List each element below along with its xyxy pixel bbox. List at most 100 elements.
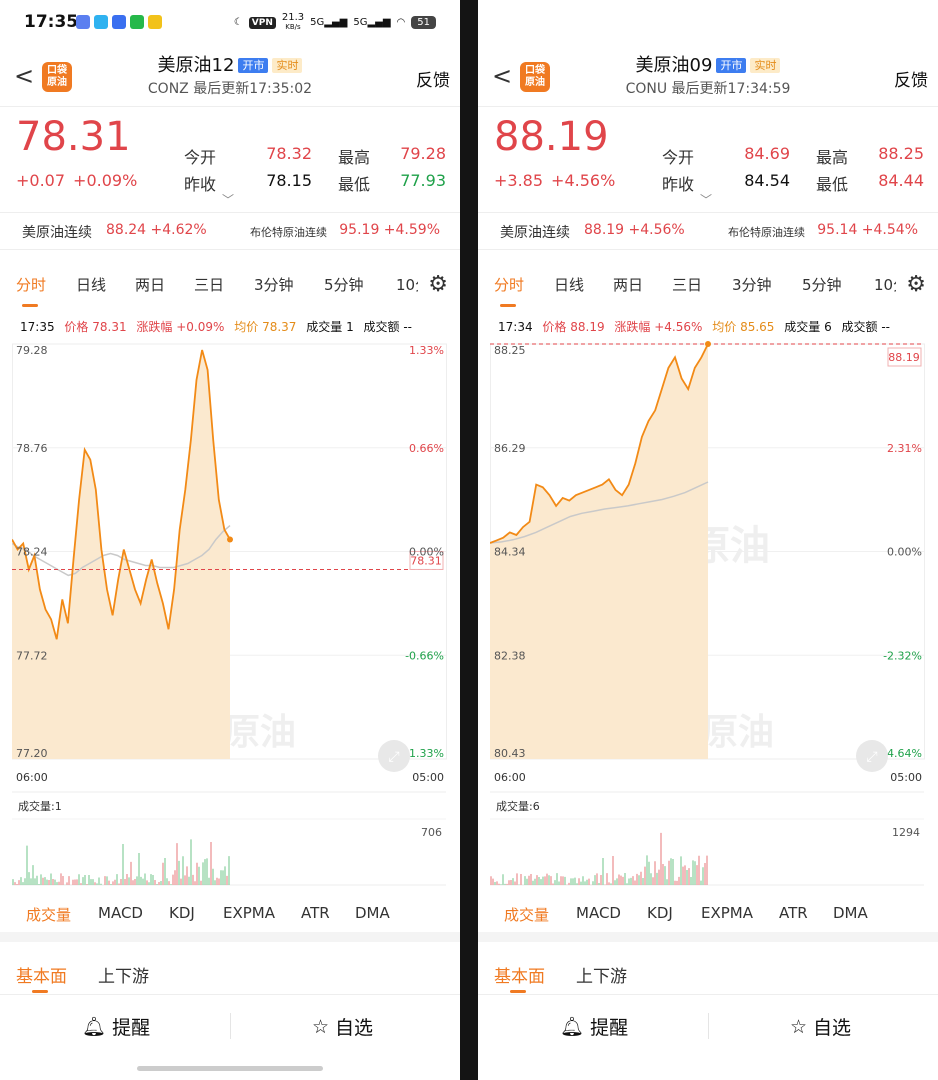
app-header: < 口袋 原油 美原油09 开市 实时 CONU 最后更新17:34:59 反馈 [478,46,938,107]
change-value: +0.07 [16,171,66,190]
alert-button[interactable]: 🔔︎ 提醒 [82,1013,150,1040]
volume-label: 成交量:1 [18,799,62,813]
tab-daily[interactable]: 日线 [76,274,106,295]
net-speed-unit: KB/s [285,23,301,31]
tab-dma[interactable]: DMA [355,904,390,922]
watchlist-label: 自选 [335,1017,374,1039]
volume-max-label: 706 [421,826,442,839]
tab-fundamentals[interactable]: 基本面 [494,962,545,987]
continuous-contracts-bar[interactable]: 美原油连续 88.19 +4.56% 布伦特原油连续 95.14 +4.54% [478,212,938,250]
home-indicator[interactable] [137,1066,323,1071]
low-label: 最低 [816,175,849,194]
signal-icon: 5G▂▄▆ [310,17,348,28]
y-tick-label: 79.28 [16,344,48,357]
tab-5min[interactable]: 5分钟 [324,274,364,295]
title-row: 美原油09 开市 实时 [478,51,938,77]
tab-two-day[interactable]: 两日 [613,274,643,295]
continuous-b-value: 95.19 +4.59% [339,222,440,238]
chevron-down-icon[interactable]: ﹀ [222,191,234,208]
page-title: 美原油09 [635,55,713,76]
y-tick-label: 82.38 [494,649,526,662]
tab-intraday[interactable]: 分时 [16,274,46,295]
y-percent-label: -2.32% [883,649,922,662]
watchlist-button[interactable]: ☆ 自选 [312,1013,373,1040]
tab-volume[interactable]: 成交量 [504,904,549,925]
signal-label: 5G [353,17,368,28]
high-value: 79.28 [400,144,446,163]
continuous-a-label: 美原油连续 [500,225,570,241]
quote-panel: 78.31 +0.07 +0.09% 今开 78.32 最高 79.28 昨收 7… [0,106,460,211]
y-percent-label: 2.31% [887,442,922,455]
gear-icon[interactable]: ⚙ [428,272,448,297]
continuous-contracts-bar[interactable]: 美原油连续 88.24 +4.62% 布伦特原油连续 95.19 +4.59% [0,212,460,250]
x-tick-label: 06:00 [494,771,526,784]
tab-atr[interactable]: ATR [301,904,330,922]
app-notification-icon [94,15,108,29]
continuous-a-value: 88.24 +4.62% [106,222,207,238]
crosshair-info: 17:34 价格 88.19 涨跌幅 +4.56% 均价 85.65 成交量 6… [498,318,896,335]
y-tick-label: 78.76 [16,442,48,455]
active-tab-indicator [500,304,516,307]
net-speed-value: 21.3 [281,12,305,23]
wifi-icon: ◠ [396,17,406,28]
y-percent-label: 0.66% [409,442,444,455]
active-section-indicator [510,990,526,993]
tab-three-day[interactable]: 三日 [194,274,224,295]
tab-supply-chain[interactable]: 上下游 [98,962,149,987]
low-value: 77.93 [400,171,446,190]
tab-expma[interactable]: EXPMA [223,904,275,922]
tab-intraday[interactable]: 分时 [494,274,524,295]
crosshair-info: 17:35 价格 78.31 涨跌幅 +0.09% 均价 78.37 成交量 1… [20,318,418,335]
wechat-icon [130,15,144,29]
signal-label: 5G [310,17,325,28]
tab-supply-chain[interactable]: 上下游 [576,962,627,987]
tab-kdj[interactable]: KDJ [169,904,195,922]
feedback-button[interactable]: 反馈 [416,66,450,91]
tab-5min[interactable]: 5分钟 [802,274,842,295]
low-label: 最低 [338,175,371,194]
status-time: 17:35 [24,12,79,32]
tab-macd[interactable]: MACD [576,904,621,922]
tab-daily[interactable]: 日线 [554,274,584,295]
notification-icons [76,15,162,29]
tab-10min[interactable]: 10分 [396,274,418,295]
tab-10min[interactable]: 10分 [874,274,896,295]
watchlist-button[interactable]: ☆ 自选 [790,1013,851,1040]
tab-3min[interactable]: 3分钟 [732,274,772,295]
tab-expma[interactable]: EXPMA [701,904,753,922]
intraday-chart[interactable]: 17:35 价格 78.31 涨跌幅 +0.09% 均价 78.37 成交量 1… [11,314,448,894]
tab-atr[interactable]: ATR [779,904,808,922]
intraday-chart[interactable]: 17:34 价格 88.19 涨跌幅 +4.56% 均价 85.65 成交量 6… [489,314,926,894]
y-tick-label: 78.24 [16,546,48,559]
tab-two-day[interactable]: 两日 [135,274,165,295]
title-row: 美原油12 开市 实时 [0,51,460,77]
tab-volume[interactable]: 成交量 [26,904,71,925]
continuous-b-label: 布伦特原油连续 [250,226,327,239]
info-time: 17:34 [498,320,533,334]
prev-close-value: 84.54 [744,171,790,190]
alert-button[interactable]: 🔔︎ 提醒 [560,1013,628,1040]
tab-3min[interactable]: 3分钟 [254,274,294,295]
tab-three-day[interactable]: 三日 [672,274,702,295]
tab-dma[interactable]: DMA [833,904,868,922]
tab-macd[interactable]: MACD [98,904,143,922]
tab-kdj[interactable]: KDJ [647,904,673,922]
bottom-divider [708,1013,709,1039]
info-volume: 成交量 1 [306,320,354,334]
info-avg: 均价 85.65 [712,320,775,334]
gear-icon[interactable]: ⚙ [906,272,926,297]
high-label: 最高 [338,148,371,167]
tab-fundamentals[interactable]: 基本面 [16,962,67,987]
feedback-button[interactable]: 反馈 [894,66,928,91]
y-tick-label: 77.72 [16,649,48,662]
y-percent-label: -4.64% [883,747,922,760]
y-tick-label: 84.34 [494,546,526,559]
page-title: 美原油12 [157,55,235,76]
alert-label: 提醒 [112,1017,151,1039]
period-tabs: 分时 日线 两日 三日 3分钟 5分钟 10分 ⚙ [478,258,938,310]
bottom-bar: 🔔︎ 提醒 ☆ 自选 [0,995,460,1057]
continuous-b-value: 95.14 +4.54% [817,222,918,238]
open-value: 78.32 [266,144,312,163]
info-amount: 成交额 -- [363,320,413,334]
chevron-down-icon[interactable]: ﹀ [700,191,712,208]
